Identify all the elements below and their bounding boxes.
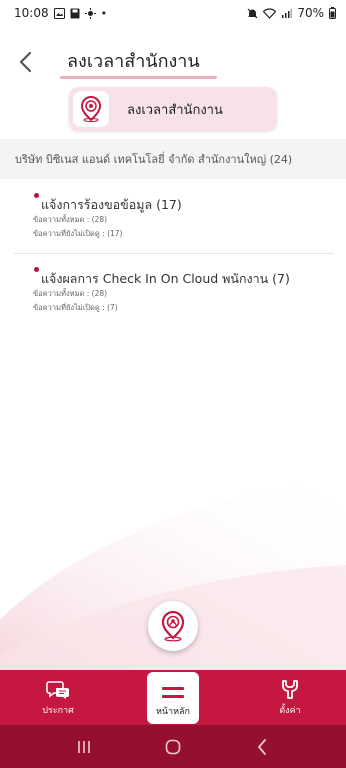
company-bar: บริษัท บิซิเนส แอนด์ เทคโนโลยี่ จำกัด สำ…	[0, 139, 346, 179]
title-underline	[60, 76, 217, 79]
battery-icon	[329, 7, 336, 19]
nav-settings[interactable]: ตั้งค่า	[262, 670, 318, 725]
item-total: ข้อความทั้งหมด : (28)	[33, 289, 108, 298]
recent-apps-icon	[78, 740, 91, 753]
system-nav-bar	[0, 725, 346, 768]
item-total: ข้อความทั้งหมด : (28)	[33, 215, 108, 224]
battery-percent: 70%	[297, 6, 324, 20]
home-button[interactable]	[158, 732, 188, 762]
mute-icon	[247, 8, 258, 18]
gallery-icon	[53, 7, 65, 19]
company-label: บริษัท บิซิเนส แอนด์ เทคโนโลยี่ จำกัด สำ…	[15, 153, 293, 166]
menu-lines-icon	[162, 687, 184, 698]
weather-icon	[84, 7, 96, 19]
unread-dot	[34, 267, 39, 272]
checkin-fab-button[interactable]	[148, 601, 198, 651]
divider	[14, 253, 334, 254]
section-label: ลงเวลาสำนักงาน	[127, 102, 223, 118]
location-checkin-icon	[80, 96, 102, 122]
item-title: แจ้งผลการ Check In On Cloud พนักงาน (7)	[41, 271, 290, 286]
section-chip[interactable]: ลงเวลาสำนักงาน	[69, 87, 277, 131]
chevron-left-icon	[19, 51, 32, 73]
wrench-icon	[282, 680, 298, 699]
recent-apps-button[interactable]	[69, 732, 99, 762]
wifi-icon	[263, 7, 277, 19]
page-title: ลงเวลาสำนักงาน	[67, 51, 200, 72]
back-button[interactable]	[12, 48, 38, 76]
status-time: 10:08	[14, 6, 49, 20]
bottom-nav: ประกาศ หน้าหลัก ตั้งค่า	[0, 670, 346, 725]
nav-home[interactable]: หน้าหลัก	[147, 672, 199, 724]
item-title: แจ้งการร้องขอข้อมูล (17)	[41, 197, 182, 212]
save-icon	[70, 8, 80, 18]
list-item[interactable]: แจ้งการร้องขอข้อมูล (17) ข้อความทั้งหมด …	[0, 188, 346, 252]
chat-bubble-icon	[46, 681, 69, 699]
item-unread: ข้อความที่ยังไม่เปิดดู : (17)	[33, 229, 123, 238]
item-unread: ข้อความที่ยังไม่เปิดดู : (7)	[33, 303, 118, 312]
location-pin-icon	[161, 610, 185, 642]
list-item[interactable]: แจ้งผลการ Check In On Cloud พนักงาน (7) …	[0, 262, 346, 322]
unread-dot	[34, 193, 39, 198]
system-back-button[interactable]	[247, 732, 277, 762]
chip-icon-box	[73, 91, 109, 127]
signal-icon	[282, 8, 293, 18]
status-bar: 10:08 • 70%	[0, 0, 346, 26]
nav-home-label: หน้าหลัก	[155, 707, 191, 717]
notification-dot-icon: •	[100, 6, 108, 20]
header: ลงเวลาสำนักงาน	[0, 40, 346, 85]
back-arrow-icon	[257, 738, 266, 755]
nav-announce-label: ประกาศ	[42, 706, 74, 716]
nav-announce[interactable]: ประกาศ	[30, 670, 86, 725]
home-circle-icon	[165, 739, 181, 754]
nav-settings-label: ตั้งค่า	[279, 706, 301, 716]
